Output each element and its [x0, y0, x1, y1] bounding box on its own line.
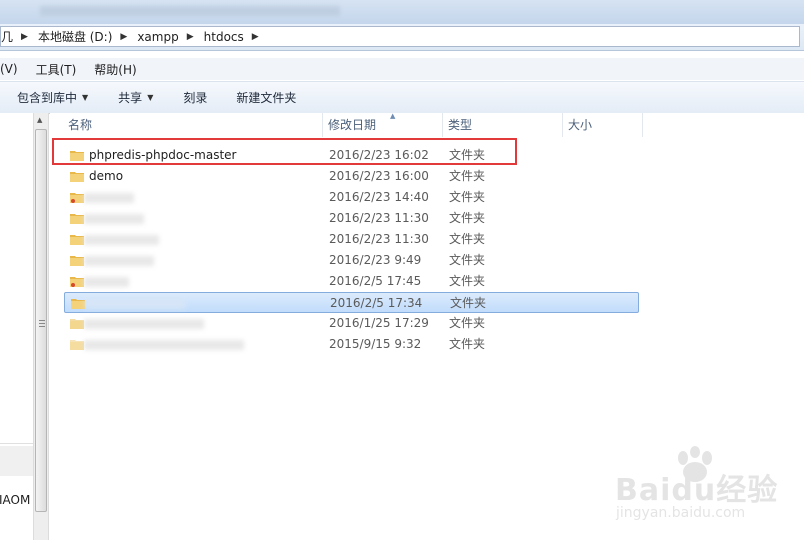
menu-bar: (V) 工具(T) 帮助(H): [0, 58, 804, 80]
column-name[interactable]: 名称: [63, 113, 323, 137]
file-type: 文件夹: [449, 253, 486, 267]
command-toolbar: 包含到库中 ▼ 共享 ▼ 刻录 新建文件夹: [0, 81, 804, 114]
menu-tools[interactable]: 工具(T): [36, 61, 77, 78]
button-label: 刻录: [183, 91, 208, 105]
file-type: 文件夹: [449, 169, 486, 183]
file-type: 文件夹: [449, 274, 486, 288]
address-breadcrumb[interactable]: 几 ▶ 本地磁盘 (D:) ▶ xampp ▶ htdocs ▶: [0, 26, 800, 47]
file-row[interactable]: 2016/2/23 14:40 文件夹: [64, 187, 639, 208]
file-row[interactable]: 2015/9/15 9:32 文件夹: [64, 334, 639, 355]
crumb-htdocs[interactable]: htdocs ▶: [204, 30, 269, 44]
folder-icon: [71, 299, 85, 309]
file-type: 文件夹: [449, 337, 486, 351]
dropdown-arrow-icon: ▼: [147, 93, 154, 102]
blurred-file-name: [84, 340, 244, 350]
file-date: 2015/9/15 9:32: [329, 337, 422, 351]
file-date: 2016/1/25 17:29: [329, 316, 429, 330]
file-type: 文件夹: [449, 211, 486, 225]
highlight-annotation: [52, 138, 517, 165]
folder-icon: [70, 256, 84, 266]
blurred-file-name: [84, 214, 144, 224]
file-type: 文件夹: [449, 232, 486, 246]
grip-icon: [39, 320, 45, 327]
column-type[interactable]: 类型: [443, 113, 563, 137]
navigation-pane[interactable]: IAOM: [0, 113, 33, 540]
blurred-file-name: [85, 299, 185, 309]
folder-icon: [70, 277, 84, 287]
chevron-right-icon[interactable]: ▶: [187, 32, 194, 42]
address-bar: 几 ▶ 本地磁盘 (D:) ▶ xampp ▶ htdocs ▶: [0, 24, 804, 51]
nav-scrollbar[interactable]: ▲: [33, 113, 49, 540]
file-type: 文件夹: [449, 316, 486, 330]
burn-button[interactable]: 刻录: [183, 89, 207, 106]
folder-icon: [70, 214, 84, 224]
crumb-label: 几: [1, 30, 14, 44]
file-row-selected[interactable]: 2016/2/5 17:34 文件夹: [64, 292, 639, 313]
blurred-title: [40, 6, 340, 16]
file-date: 2016/2/5 17:45: [329, 274, 422, 288]
watermark-url: jingyan.baidu.com: [616, 505, 746, 521]
column-header: 名称 ▲ 修改日期 类型 大小: [63, 112, 693, 137]
button-label: 共享: [118, 91, 143, 105]
crumb-label: htdocs: [203, 29, 244, 44]
file-date: 2016/2/23 11:30: [329, 211, 429, 225]
folder-icon: [70, 340, 84, 350]
file-row[interactable]: 2016/2/23 9:49 文件夹: [64, 250, 639, 271]
new-folder-button[interactable]: 新建文件夹: [236, 89, 296, 106]
file-date: 2016/2/23 9:49: [329, 253, 422, 267]
column-modified[interactable]: 修改日期: [323, 113, 443, 137]
crumb-label: xampp: [137, 29, 179, 44]
blurred-file-name: [84, 256, 154, 266]
file-date: 2016/2/5 17:34: [330, 296, 423, 310]
file-date: 2016/2/23 11:30: [329, 232, 429, 246]
dropdown-arrow-icon: ▼: [82, 93, 89, 102]
blurred-file-name: [84, 319, 204, 329]
file-row[interactable]: 2016/1/25 17:29 文件夹: [64, 313, 639, 334]
baidu-jingyan-watermark: Baidu经验 jingyan.baidu.com: [615, 446, 795, 530]
crumb-computer[interactable]: 几 ▶: [1, 28, 38, 45]
file-row[interactable]: demo 2016/2/23 16:00 文件夹: [64, 166, 639, 187]
folder-icon: [70, 193, 84, 203]
chevron-right-icon[interactable]: ▶: [120, 32, 127, 42]
blurred-file-name: [84, 235, 159, 245]
folder-icon: [70, 319, 84, 329]
folder-icon: [70, 235, 84, 245]
chevron-right-icon[interactable]: ▶: [252, 32, 259, 42]
file-date: 2016/2/23 14:40: [329, 190, 429, 204]
scrollbar-thumb[interactable]: [35, 129, 47, 512]
include-in-library-button[interactable]: 包含到库中 ▼: [17, 89, 88, 106]
nav-divider: [0, 443, 33, 444]
menu-view[interactable]: (V): [0, 62, 18, 76]
file-type: 文件夹: [450, 296, 487, 310]
crumb-local-disk[interactable]: 本地磁盘 (D:) ▶: [38, 28, 137, 45]
scroll-up-icon[interactable]: ▲: [37, 116, 42, 124]
button-label: 包含到库中: [17, 91, 78, 105]
file-row[interactable]: 2016/2/23 11:30 文件夹: [64, 229, 639, 250]
file-date: 2016/2/23 16:00: [329, 169, 429, 183]
file-row[interactable]: 2016/2/23 11:30 文件夹: [64, 208, 639, 229]
column-size[interactable]: 大小: [563, 113, 643, 137]
folder-icon: [70, 172, 84, 182]
menu-help[interactable]: 帮助(H): [94, 61, 136, 78]
nav-item-label[interactable]: IAOM: [0, 493, 30, 507]
crumb-label: 本地磁盘 (D:): [37, 30, 113, 44]
button-label: 新建文件夹: [236, 91, 297, 105]
share-button[interactable]: 共享 ▼: [118, 89, 153, 106]
chevron-right-icon[interactable]: ▶: [21, 32, 28, 42]
blurred-file-name: [84, 277, 129, 287]
file-type: 文件夹: [449, 190, 486, 204]
blurred-file-name: [84, 193, 134, 203]
nav-section: [0, 446, 33, 476]
window-title-bar: [0, 0, 804, 24]
watermark-text: Baidu经验: [615, 473, 779, 508]
file-name: demo: [89, 169, 124, 183]
crumb-xampp[interactable]: xampp ▶: [137, 30, 203, 44]
file-row[interactable]: 2016/2/5 17:45 文件夹: [64, 271, 639, 292]
